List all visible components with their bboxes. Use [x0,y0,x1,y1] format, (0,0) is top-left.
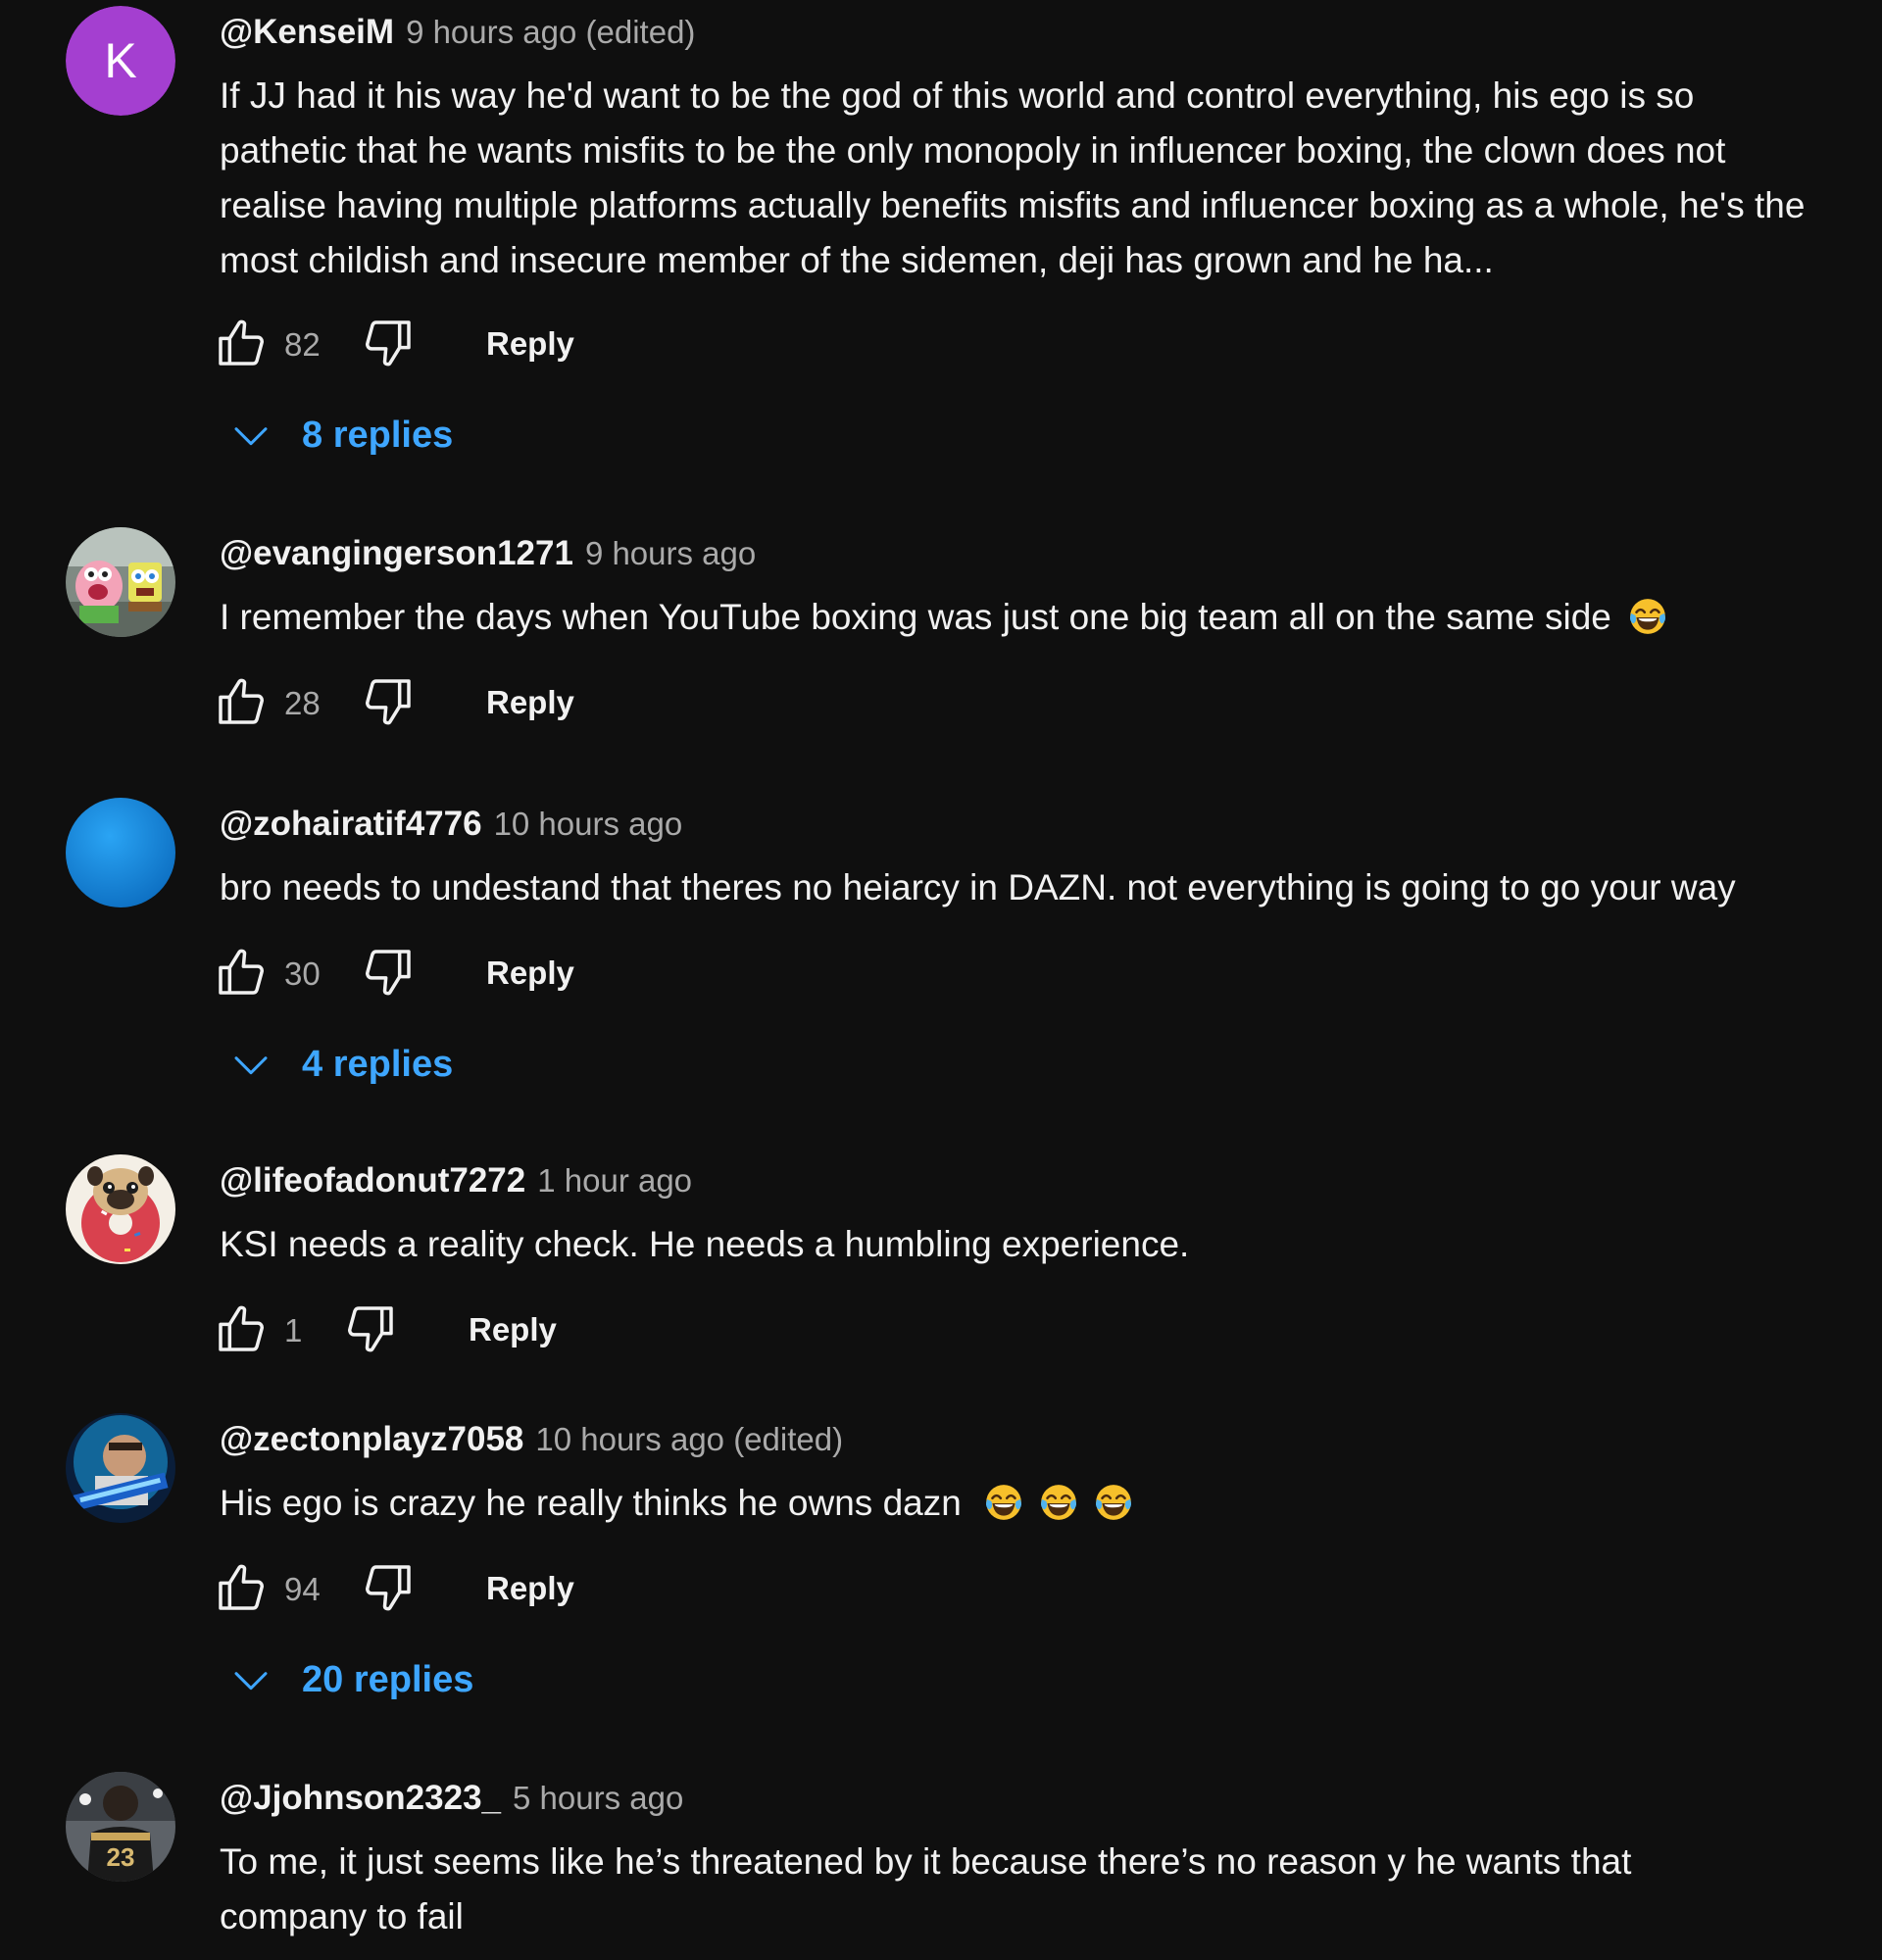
thumbs-up-icon [214,945,269,1000]
like-count: 30 [284,956,321,992]
comment-text: If JJ had it his way he'd want to be the… [220,75,1806,280]
comment-author[interactable]: @KenseiM [220,13,394,51]
blue-avatar-image [66,798,175,907]
comment-author[interactable]: @evangingerson1271 [220,534,573,572]
like-count: 82 [284,326,321,363]
avatar[interactable] [66,798,175,907]
chevron-down-icon [229,1662,272,1701]
avatar[interactable] [66,1154,175,1264]
comment-text: I remember the days when YouTube boxing … [220,590,1817,645]
like-count: 1 [284,1312,303,1348]
thumbs-up-icon [214,674,269,729]
comment-text: KSI needs a reality check. He needs a hu… [220,1224,1190,1264]
comment-text: To me, it just seems like he’s threatene… [220,1841,1632,1936]
comment-text-content: His ego is crazy he really thinks he own… [220,1483,962,1523]
thumbs-down-icon [361,945,416,1000]
thumbs-up-icon [214,316,269,370]
laughing-emoji-icon [983,1482,1024,1523]
thumbs-down-icon [361,316,416,370]
comment-time[interactable]: 10 hours ago [494,806,683,842]
comment-time[interactable]: 5 hours ago [513,1780,683,1816]
avatar[interactable]: 23 [66,1772,175,1882]
chevron-down-icon [229,1047,272,1086]
dislike-button[interactable] [343,1301,398,1356]
reply-button[interactable]: Reply [469,1311,557,1348]
donut-pug-avatar-image [66,1154,175,1264]
comment-time[interactable]: 9 hours ago (edited) [406,14,695,50]
avatar[interactable] [66,1413,175,1523]
like-button[interactable] [214,1301,269,1356]
comment-time[interactable]: 1 hour ago [537,1162,692,1199]
avatar-letter: K [66,6,175,116]
thumbs-up-icon [214,1560,269,1615]
reply-button[interactable]: Reply [486,325,574,363]
comment-header: @lifeofadonut7272 1 hour ago [220,1160,692,1208]
comment-time[interactable]: 10 hours ago (edited) [535,1421,843,1457]
like-button[interactable] [214,316,269,370]
svg-text:23: 23 [107,1842,135,1872]
dislike-button[interactable] [361,316,416,370]
replies-count: 8 replies [302,415,454,456]
avatar[interactable]: K [66,6,175,116]
like-button[interactable] [214,674,269,729]
replies-count: 20 replies [302,1659,474,1700]
comment-author[interactable]: @Jjohnson2323_ [220,1779,501,1817]
laughing-emoji-icon [1038,1482,1079,1523]
avatar[interactable] [66,527,175,637]
reply-button[interactable]: Reply [486,1570,574,1607]
dislike-button[interactable] [361,945,416,1000]
laughing-emoji-icon [1093,1482,1134,1523]
like-count: 94 [284,1571,321,1607]
comment-header: @KenseiM 9 hours ago (edited) [220,12,695,60]
dislike-button[interactable] [361,1560,416,1615]
comment-author[interactable]: @lifeofadonut7272 [220,1161,525,1200]
comment-time[interactable]: 9 hours ago [585,535,756,571]
comment-header: @zectonplayz7058 10 hours ago (edited) [220,1419,843,1467]
like-button[interactable] [214,945,269,1000]
comment-text: bro needs to undestand that theres no he… [220,867,1736,907]
comment-text-content: I remember the days when YouTube boxing … [220,597,1611,637]
thumbs-down-icon [343,1301,398,1356]
cartoon-avatar-image [66,527,175,637]
dislike-button[interactable] [361,674,416,729]
reply-button[interactable]: Reply [486,955,574,992]
comment-author[interactable]: @zectonplayz7058 [220,1420,523,1458]
comment-header: @zohairatif4776 10 hours ago [220,804,682,852]
like-button[interactable] [214,1560,269,1615]
replies-count: 4 replies [302,1044,454,1085]
chevron-down-icon [229,417,272,457]
comment-text: His ego is crazy he really thinks he own… [220,1476,1817,1531]
zecton-avatar-image [66,1413,175,1523]
jersey-avatar-image: 23 [66,1772,175,1882]
laughing-emoji-icon [1627,596,1668,637]
thumbs-down-icon [361,1560,416,1615]
comment-header: @Jjohnson2323_ 5 hours ago [220,1778,683,1826]
reply-button[interactable]: Reply [486,684,574,721]
comment-header: @evangingerson1271 9 hours ago [220,533,756,581]
comment-author[interactable]: @zohairatif4776 [220,805,482,843]
like-count: 28 [284,685,321,721]
thumbs-up-icon [214,1301,269,1356]
thumbs-down-icon [361,674,416,729]
